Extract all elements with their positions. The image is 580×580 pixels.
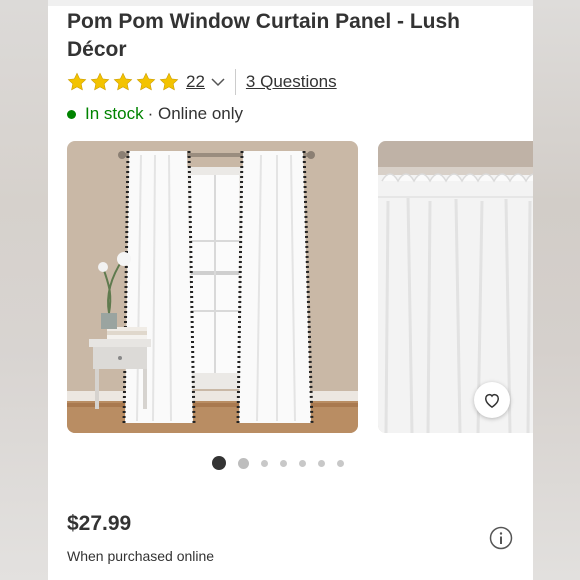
stock-status: In stock · Online only [67,104,243,124]
star-icon [90,72,110,91]
favorite-button[interactable] [474,382,510,418]
top-divider [48,0,533,6]
curtain-room-image [67,141,358,433]
online-only-label: · Online only [147,104,244,123]
divider [234,69,236,95]
pagination-dot[interactable] [238,457,249,469]
star-icon [113,72,133,91]
price-note: When purchased online [67,548,215,564]
product-card: Pom Pom Window Curtain Panel - Lush Déco… [48,0,533,580]
heart-icon [484,393,500,408]
chevron-down-icon[interactable] [209,73,227,91]
info-icon[interactable] [489,526,513,550]
review-count-link[interactable]: 22 [186,72,205,92]
rating-row: 22 3 Questions [66,69,337,95]
star-icon [159,72,179,91]
product-title: Pom Pom Window Curtain Panel - Lush Déco… [67,10,460,61]
pagination-dot[interactable] [337,459,344,467]
in-stock-dot-icon [67,109,76,119]
product-image-secondary[interactable] [378,141,533,433]
curtain-closeup-image [378,141,533,433]
in-stock-label: In stock [85,104,144,123]
image-pagination [212,456,344,470]
star-rating[interactable] [66,71,180,93]
background-blur-right [533,0,580,580]
star-icon [67,72,87,91]
pagination-dot[interactable] [261,459,268,467]
pagination-dot[interactable] [318,459,325,467]
product-image-main[interactable] [67,141,358,433]
background-blur-left [0,0,48,580]
pagination-dot[interactable] [212,456,226,470]
questions-link[interactable]: 3 Questions [246,72,337,92]
pagination-dot[interactable] [299,459,306,467]
product-price: $27.99 [67,512,132,535]
pagination-dot[interactable] [280,459,287,467]
star-icon [136,72,156,91]
